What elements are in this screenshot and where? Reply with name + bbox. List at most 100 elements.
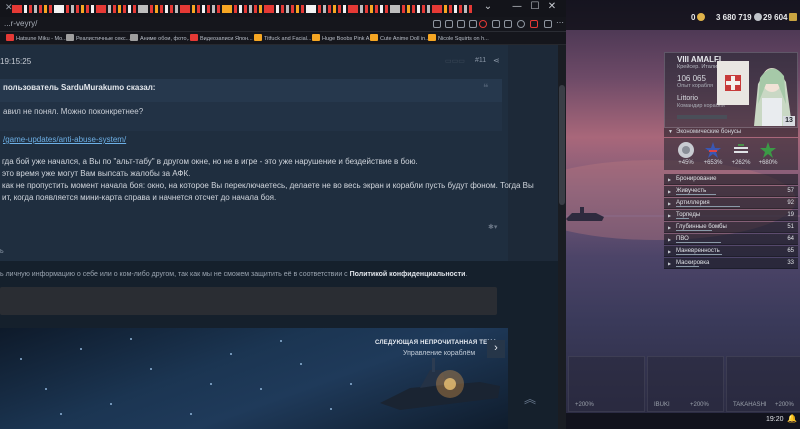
privacy-policy-link[interactable]: Политикой конфиденциальности: [350, 271, 466, 278]
tab[interactable]: [328, 5, 331, 13]
stat-row[interactable]: ▶ Маневренность 65: [664, 246, 798, 257]
stat-row[interactable]: ▶ Живучесть 57: [664, 186, 798, 197]
extension-icon[interactable]: [504, 20, 512, 28]
close-icon[interactable]: ✕: [543, 1, 561, 15]
tab[interactable]: [365, 5, 368, 13]
tab[interactable]: [407, 5, 410, 13]
tab[interactable]: [422, 5, 425, 13]
tab[interactable]: [449, 5, 452, 13]
tab[interactable]: [12, 5, 22, 13]
anti-abuse-link[interactable]: /game-updates/anti-abuse-system/: [3, 135, 126, 144]
bookmark-item[interactable]: Hatsune Miku - Mo...: [6, 34, 67, 44]
tab[interactable]: [427, 5, 430, 13]
next-topic-title[interactable]: Управление кораблём: [403, 350, 475, 357]
tab[interactable]: [360, 5, 363, 13]
tab[interactable]: [244, 5, 247, 13]
tab[interactable]: [192, 5, 195, 13]
expand-arrow-icon[interactable]: ▶: [668, 177, 671, 182]
tab[interactable]: [81, 5, 84, 13]
extension-icon[interactable]: [530, 20, 538, 28]
tab-close-icon[interactable]: ✕: [5, 3, 13, 13]
collapse-arrow-icon[interactable]: ▼: [668, 129, 673, 135]
tab[interactable]: [370, 5, 373, 13]
tab[interactable]: [281, 5, 284, 13]
tab[interactable]: [459, 5, 462, 13]
tab[interactable]: [254, 5, 257, 13]
extension-icon[interactable]: [492, 20, 500, 28]
tab[interactable]: [207, 5, 210, 13]
tab[interactable]: [39, 5, 42, 13]
bookmark-item[interactable]: Видеозаписи Япон...: [190, 34, 253, 44]
tab[interactable]: [91, 5, 94, 13]
address-bar[interactable]: ...r-veyry/ ⋯: [0, 17, 566, 32]
tab[interactable]: [454, 5, 457, 13]
tab[interactable]: [24, 5, 27, 13]
expand-arrow-icon[interactable]: ▶: [668, 213, 671, 218]
bookmark-item[interactable]: Nicole Squirts on h...: [428, 34, 489, 44]
green-star-icon[interactable]: [759, 141, 777, 159]
tab[interactable]: [464, 5, 467, 13]
tab[interactable]: [118, 5, 121, 13]
tab[interactable]: [375, 5, 378, 13]
stat-row[interactable]: ▶ Бронирование: [664, 174, 798, 185]
expand-arrow-icon[interactable]: ▶: [668, 261, 671, 266]
bookmark-item[interactable]: Titfuck and Facial...: [254, 34, 311, 44]
tab-strip[interactable]: ✕ ⌄ — ☐ ✕: [0, 0, 566, 17]
ship-slot[interactable]: TAKAHASHI +200%: [726, 356, 800, 412]
expand-arrow-icon[interactable]: ▶: [668, 201, 671, 206]
tab[interactable]: [444, 5, 447, 13]
tab[interactable]: [197, 5, 200, 13]
maximize-icon[interactable]: ☐: [526, 1, 544, 15]
tab[interactable]: [150, 5, 153, 13]
notification-icon[interactable]: 🔔: [787, 414, 797, 423]
tab[interactable]: [296, 5, 299, 13]
tab[interactable]: [432, 5, 442, 13]
expand-arrow-icon[interactable]: ▶: [668, 237, 671, 242]
tab[interactable]: [138, 5, 148, 13]
stat-row[interactable]: ▶ Маскировка 33: [664, 258, 798, 269]
extension-icon[interactable]: [469, 20, 477, 28]
signal-flag-icon[interactable]: [677, 141, 695, 159]
bookmark-item[interactable]: Реалистичные секс...: [66, 34, 130, 44]
page-scrollbar[interactable]: [558, 45, 566, 429]
tab[interactable]: [160, 5, 163, 13]
tab[interactable]: [155, 5, 158, 13]
bookmark-item[interactable]: Cute Anime Doll in...: [370, 34, 430, 44]
tab[interactable]: [66, 5, 69, 13]
tab[interactable]: [291, 5, 294, 13]
tab[interactable]: [402, 5, 405, 13]
tab[interactable]: [249, 5, 252, 13]
post-options-icon[interactable]: ✱▾: [488, 223, 497, 231]
tab[interactable]: [128, 5, 131, 13]
tab[interactable]: [212, 5, 215, 13]
tab[interactable]: [323, 5, 326, 13]
tab-list-icon[interactable]: ⌄: [479, 1, 497, 15]
ship-slot[interactable]: +200%: [568, 356, 645, 412]
tab[interactable]: [301, 5, 304, 13]
tab[interactable]: [49, 5, 52, 13]
tab[interactable]: [108, 5, 111, 13]
tab[interactable]: [202, 5, 205, 13]
scrollbar-thumb[interactable]: [559, 85, 565, 205]
next-topic-button[interactable]: ›: [487, 340, 505, 358]
tab[interactable]: [385, 5, 388, 13]
extension-icon[interactable]: [544, 20, 552, 28]
tab[interactable]: [217, 5, 220, 13]
tab[interactable]: [380, 5, 383, 13]
tab[interactable]: [276, 5, 279, 13]
tab[interactable]: [86, 5, 89, 13]
tab[interactable]: [54, 5, 64, 13]
tab[interactable]: [417, 5, 420, 13]
tab[interactable]: [133, 5, 136, 13]
extension-icon[interactable]: [445, 20, 453, 28]
tab[interactable]: [264, 5, 274, 13]
tab[interactable]: [170, 5, 173, 13]
stripes-icon[interactable]: [732, 141, 750, 159]
tab[interactable]: [34, 5, 37, 13]
bookmark-item[interactable]: Huge Boobs Pink A...: [312, 34, 374, 44]
minimize-icon[interactable]: —: [508, 1, 526, 15]
stat-row[interactable]: ▶ ПВО 64: [664, 234, 798, 245]
star-icon[interactable]: [704, 141, 722, 159]
tab[interactable]: [239, 5, 242, 13]
tab[interactable]: [180, 5, 190, 13]
